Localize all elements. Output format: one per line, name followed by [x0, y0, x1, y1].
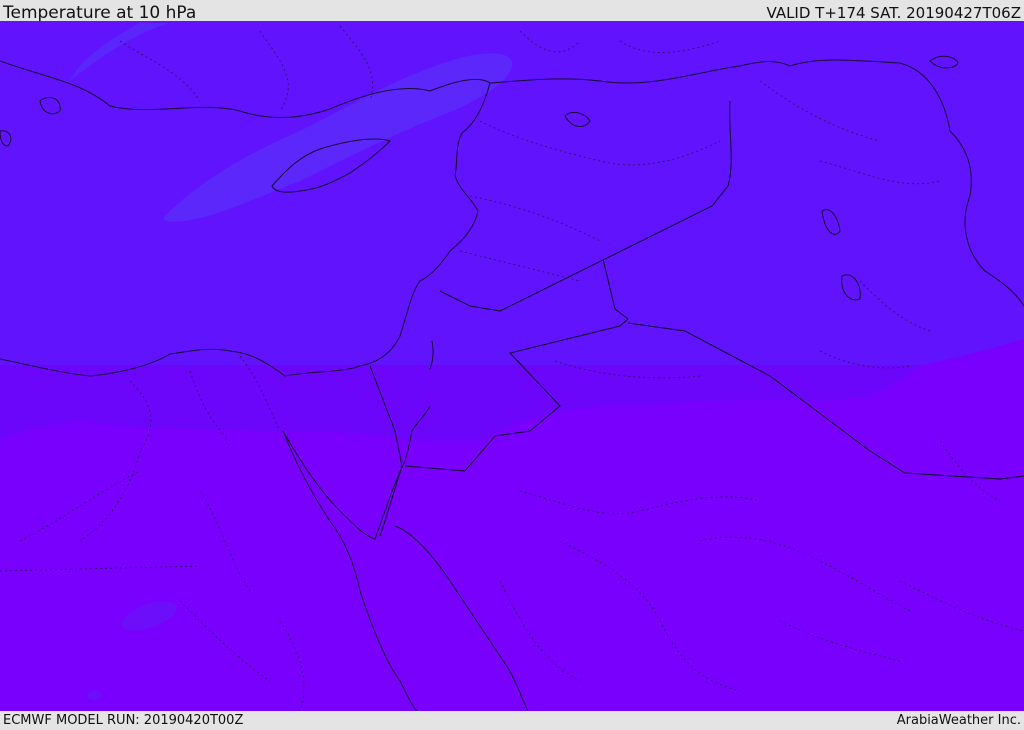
- map-title: Temperature at 10 hPa: [3, 3, 197, 23]
- weather-map[interactable]: [0, 21, 1024, 711]
- header-bar: Temperature at 10 hPa VALID T+174 SAT. 2…: [0, 0, 1024, 23]
- footer-bar: ECMWF MODEL RUN: 20190420T00Z ArabiaWeat…: [0, 711, 1024, 729]
- valid-time: VALID T+174 SAT. 20190427T06Z: [766, 4, 1021, 22]
- model-run: ECMWF MODEL RUN: 20190420T00Z: [3, 713, 244, 728]
- credit: ArabiaWeather Inc.: [896, 713, 1021, 728]
